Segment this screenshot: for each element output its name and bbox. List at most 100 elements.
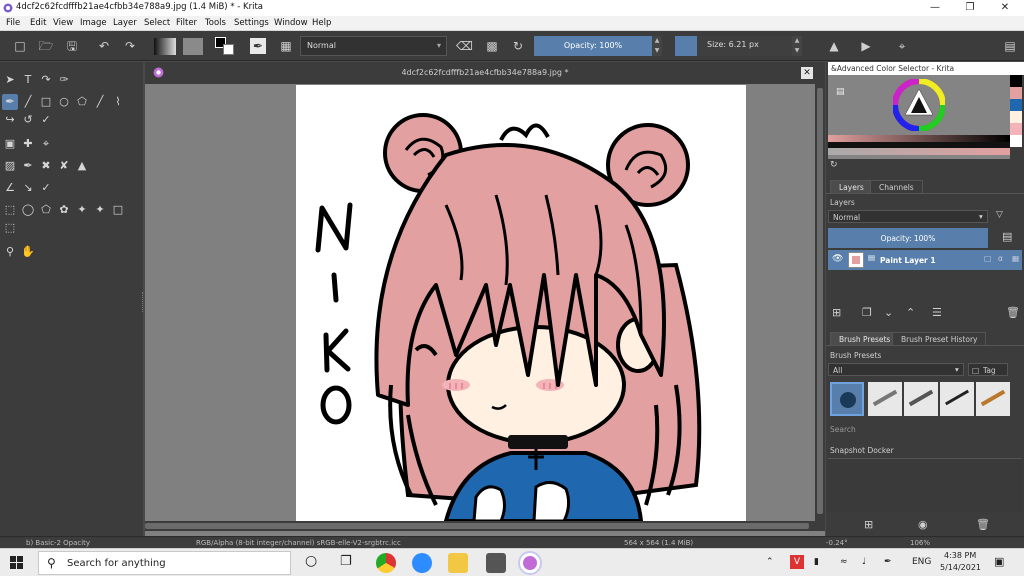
transform-tool-icon[interactable]: ▣	[2, 136, 18, 152]
brush-settings-grid-icon[interactable]: ▦	[278, 38, 294, 54]
brush-search-input[interactable]: Search	[830, 425, 856, 434]
brush-preset-icon[interactable]: ✒	[250, 38, 266, 54]
vertical-scrollbar-thumb[interactable]	[817, 88, 823, 514]
brush-preset-item[interactable]	[904, 382, 938, 416]
volume-icon[interactable]: ♩	[862, 557, 866, 567]
gradient-selector-icon[interactable]	[154, 38, 176, 55]
layer-row-paint-layer-1[interactable]: 👁 ▤ Paint Layer 1 □ α ▦	[828, 250, 1022, 270]
assistant-tool-icon[interactable]: ✖	[38, 158, 54, 174]
ellipse-tool-icon[interactable]: ○	[56, 94, 72, 110]
multibrush-tool-icon[interactable]: ✓	[38, 112, 54, 128]
color-selector-menu-icon[interactable]: ▤	[836, 87, 845, 97]
task-view-icon[interactable]: ❐	[340, 554, 352, 569]
brush-preset-item[interactable]	[940, 382, 974, 416]
rectangle-tool-icon[interactable]: □	[38, 94, 54, 110]
refresh-icon[interactable]: ↻	[830, 160, 838, 170]
eraser-icon[interactable]: ⌫	[456, 38, 473, 54]
save-icon[interactable]: 🖫	[64, 38, 80, 54]
crop-transform-icon[interactable]: ⌖	[894, 38, 910, 54]
close-document-icon[interactable]: ✕	[801, 67, 813, 79]
camera-app-icon[interactable]	[486, 553, 506, 573]
chrome-icon[interactable]	[376, 553, 396, 573]
line-tool-icon[interactable]: ╱	[20, 94, 36, 110]
cortana-icon[interactable]: ○	[305, 553, 317, 569]
close-window-button[interactable]: ✕	[988, 0, 1022, 16]
add-layer-icon[interactable]: ⊞	[832, 306, 841, 319]
polygon-select-tool-icon[interactable]: ⬠	[38, 202, 54, 218]
size-slider[interactable]: Size: 6.21 px	[697, 36, 792, 56]
tray-app-icon[interactable]: V	[790, 555, 804, 569]
text-tool-icon[interactable]: T	[20, 72, 36, 88]
brush-preset-item[interactable]	[830, 382, 864, 416]
horizontal-scrollbar[interactable]	[145, 521, 825, 531]
delete-snapshot-icon[interactable]: 🗑	[976, 518, 990, 531]
polygon-tool-icon[interactable]: ⬠	[74, 94, 90, 110]
battery-icon[interactable]: ▮	[814, 557, 819, 567]
pen-icon[interactable]: ✒	[884, 557, 892, 567]
menu-settings[interactable]: Settings	[234, 18, 269, 28]
wifi-icon[interactable]: ≈	[840, 557, 848, 567]
camera-icon[interactable]: ◉	[918, 518, 928, 531]
move-layer-up-icon[interactable]: ⌃	[906, 306, 915, 319]
reference-tool-icon[interactable]: ↘	[20, 180, 36, 196]
inherit-alpha-icon[interactable]: ▦	[1012, 254, 1019, 263]
canvas-image[interactable]	[296, 85, 746, 521]
bezier-tool-icon[interactable]: ⌇	[110, 94, 126, 110]
zoom-tool-icon[interactable]: ⚲	[2, 244, 18, 260]
rect-select-tool-icon[interactable]: ⬚	[2, 202, 18, 218]
opacity-slider[interactable]: Opacity: 100%	[534, 36, 652, 56]
menu-edit[interactable]: Edit	[30, 18, 46, 28]
open-folder-icon[interactable]: 🗁	[38, 38, 54, 54]
tray-overflow-icon[interactable]: ⌃	[766, 557, 774, 567]
minimize-button[interactable]: —	[918, 0, 952, 16]
menu-view[interactable]: View	[53, 18, 73, 28]
color-picker-tool-icon[interactable]: ✒	[20, 158, 36, 174]
color-patches[interactable]	[1010, 75, 1022, 159]
brush-preset-item[interactable]	[976, 382, 1010, 416]
similar-select-tool-icon[interactable]: ✦	[92, 202, 108, 218]
docker-menu-icon[interactable]: ▤	[1002, 38, 1018, 54]
edit-shapes-tool-icon[interactable]: ↷	[38, 72, 54, 88]
file-explorer-icon[interactable]	[448, 553, 468, 573]
status-rotation[interactable]: -0.24°	[826, 539, 848, 547]
size-spinner[interactable]: ▲ ▼	[792, 36, 802, 56]
tag-button[interactable]: □ Tag	[968, 363, 1008, 376]
pan-tool-icon[interactable]: ✋	[20, 244, 36, 260]
clock-time[interactable]: 4:38 PM	[944, 551, 976, 560]
smart-patch-tool-icon[interactable]: ✘	[56, 158, 72, 174]
tab-brush-presets[interactable]: Brush Presets	[830, 332, 900, 345]
vertical-scrollbar[interactable]	[815, 84, 825, 521]
move-tool-icon[interactable]: ✚	[20, 136, 36, 152]
mirror-horizontal-icon[interactable]: ▲	[826, 38, 842, 54]
layer-opacity-slider[interactable]: Opacity: 100%	[828, 228, 988, 248]
windows-start-icon[interactable]	[10, 556, 24, 570]
document-tab-title[interactable]: 4dcf2c62fcdfffb21ae4cfbb34e788a9.jpg *	[145, 68, 825, 77]
delete-layer-icon[interactable]: 🗑	[1006, 306, 1020, 319]
status-zoom[interactable]: 106%	[910, 539, 930, 547]
scrollbar-thumb[interactable]	[145, 523, 809, 529]
blend-mode-dropdown[interactable]: Normal ▾	[300, 36, 447, 56]
dynamic-brush-tool-icon[interactable]: ↺	[20, 112, 36, 128]
krita-taskbar-icon[interactable]	[520, 553, 540, 573]
layer-properties-icon[interactable]: ▤	[1002, 230, 1012, 243]
calligraphy-tool-icon[interactable]: ✑	[56, 72, 72, 88]
filter-icon[interactable]: ▽	[996, 210, 1003, 220]
menu-layer[interactable]: Layer	[113, 18, 137, 28]
contiguous-select-tool-icon[interactable]: ✦	[74, 202, 90, 218]
brush-preset-item[interactable]	[868, 382, 902, 416]
duplicate-layer-icon[interactable]: ❐	[862, 306, 872, 319]
crop-tool-icon[interactable]: ⌖	[38, 136, 54, 152]
fill-tool-icon[interactable]: ▲	[74, 158, 90, 174]
tab-layers[interactable]: Layers	[830, 180, 873, 193]
restore-button[interactable]: ❐	[953, 0, 987, 16]
snapshot-list[interactable]	[828, 458, 1022, 512]
measure-tool-icon[interactable]: ∠	[2, 180, 18, 196]
tab-brush-preset-history[interactable]: Brush Preset History	[892, 332, 987, 345]
menu-help[interactable]: Help	[312, 18, 331, 28]
opacity-spinner[interactable]: ▲ ▼	[652, 36, 662, 56]
menu-file[interactable]: File	[6, 18, 20, 28]
redo-icon[interactable]: ↷	[122, 38, 138, 54]
freehand-path-tool-icon[interactable]: ↪	[2, 112, 18, 128]
notifications-icon[interactable]: ▣	[994, 555, 1004, 568]
language-indicator[interactable]: ENG	[912, 557, 931, 567]
